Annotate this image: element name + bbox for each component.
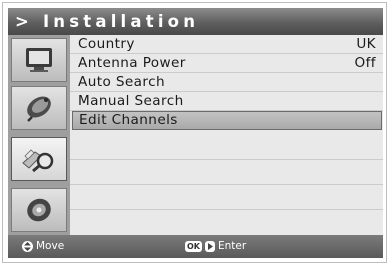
right-arrow-icon xyxy=(205,241,215,252)
page-title: > Installation xyxy=(8,8,383,35)
enter-label: Enter xyxy=(218,240,247,252)
empty-row xyxy=(70,160,383,185)
enter-hint: OK Enter xyxy=(185,235,246,258)
menu-item-antenna-power[interactable]: Antenna Power Off xyxy=(70,54,383,73)
sidebar-item-installation[interactable] xyxy=(11,137,67,181)
empty-row xyxy=(70,131,383,160)
footer-help-bar: Move OK Enter xyxy=(8,235,383,258)
magnifier-search-icon xyxy=(22,149,54,173)
empty-row xyxy=(70,185,383,210)
menu-item-label: Edit Channels xyxy=(79,112,178,128)
satellite-dish-icon xyxy=(27,96,51,122)
move-hint: Move xyxy=(22,235,64,258)
menu-item-edit-channels[interactable]: Edit Channels xyxy=(72,111,382,130)
sidebar-item-display[interactable] xyxy=(11,38,67,82)
window-frame: > Installation Country UK Antenna Power … xyxy=(2,2,387,263)
menu-item-value: Off xyxy=(354,55,376,71)
menu-list: Country UK Antenna Power Off Auto Search… xyxy=(70,35,383,235)
menu-item-label: Manual Search xyxy=(78,93,184,109)
menu-item-auto-search[interactable]: Auto Search xyxy=(70,73,383,92)
sidebar-item-antenna[interactable] xyxy=(11,86,67,130)
menu-item-label: Country xyxy=(78,36,135,52)
menu-item-label: Auto Search xyxy=(78,74,165,90)
disc-icon xyxy=(27,198,51,222)
installation-screen: > Installation Country UK Antenna Power … xyxy=(8,8,383,258)
menu-item-country[interactable]: Country UK xyxy=(70,35,383,54)
sidebar-item-settings[interactable] xyxy=(11,188,67,232)
menu-item-manual-search[interactable]: Manual Search xyxy=(70,92,383,111)
menu-item-label: Antenna Power xyxy=(78,55,186,71)
move-label: Move xyxy=(36,240,65,252)
menu-item-value: UK xyxy=(356,36,376,52)
ok-key-icon: OK xyxy=(185,241,202,252)
sidebar xyxy=(8,35,70,235)
monitor-icon xyxy=(26,48,52,72)
empty-row xyxy=(70,210,383,235)
up-down-arrows-icon xyxy=(22,241,33,252)
